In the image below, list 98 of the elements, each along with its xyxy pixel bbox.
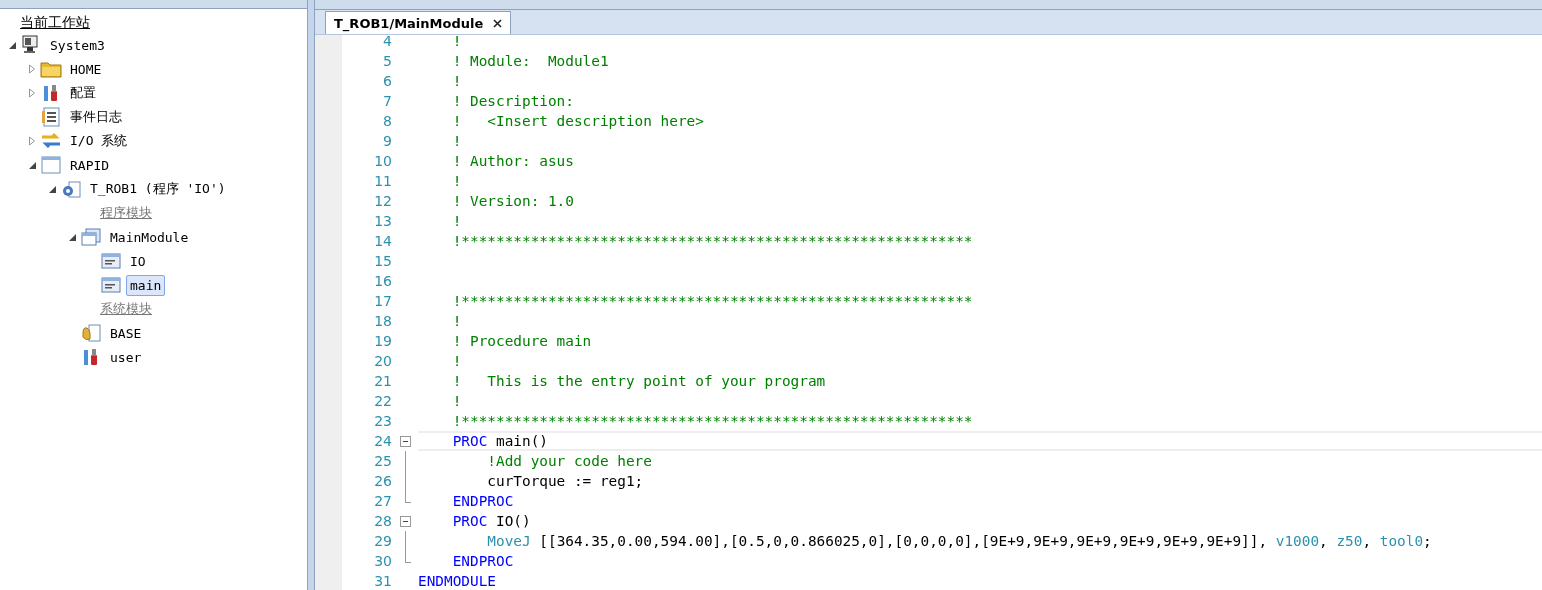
line-number: 24 bbox=[373, 433, 392, 449]
collapse-arrow-icon[interactable] bbox=[47, 184, 57, 194]
code-comment: ! Description: bbox=[451, 93, 574, 109]
code-comment: ! bbox=[451, 213, 462, 229]
code-text: ; bbox=[1423, 533, 1432, 549]
arrows-icon bbox=[40, 131, 62, 151]
code-identifier: MoveJ bbox=[486, 533, 531, 549]
line-number: 5 bbox=[382, 53, 392, 69]
code-comment: ! Procedure main bbox=[451, 333, 592, 349]
code-comment: ! bbox=[451, 73, 462, 89]
code-comment: ! bbox=[451, 393, 462, 409]
line-number: 22 bbox=[373, 393, 392, 409]
line-number: 19 bbox=[373, 333, 392, 349]
tree-item[interactable]: user bbox=[106, 346, 146, 368]
line-number: 8 bbox=[382, 113, 392, 129]
code-comment: ! bbox=[451, 35, 462, 49]
code-keyword: PROC bbox=[451, 433, 488, 449]
code-text: , bbox=[1362, 533, 1373, 549]
line-number: 20 bbox=[373, 353, 392, 369]
station-title: 当前工作站 bbox=[19, 13, 91, 32]
code-keyword: PROC bbox=[451, 513, 488, 529]
window-icon bbox=[40, 155, 62, 175]
tree-group-label: 程序模块 bbox=[100, 204, 152, 222]
code-comment: !*********************************************************** bbox=[451, 233, 973, 249]
collapse-icon[interactable] bbox=[399, 435, 411, 447]
code-comment: !*********************************************************** bbox=[451, 413, 973, 429]
expand-arrow-icon[interactable] bbox=[28, 88, 36, 98]
tree-item[interactable]: RAPID bbox=[66, 154, 114, 176]
line-number: 25 bbox=[373, 453, 392, 469]
document-icon bbox=[100, 251, 122, 271]
gear-document-icon bbox=[60, 179, 82, 199]
code-comment: ! Author: asus bbox=[451, 153, 574, 169]
tree-item[interactable]: T_ROB1 (程序 'IO') bbox=[86, 177, 230, 201]
line-number: 23 bbox=[373, 413, 392, 429]
line-number: 13 bbox=[373, 213, 392, 229]
code-identifier: v1000 bbox=[1275, 533, 1320, 549]
line-number: 4 bbox=[382, 35, 392, 49]
line-number: 16 bbox=[373, 273, 392, 289]
collapse-arrow-icon[interactable] bbox=[7, 40, 17, 50]
code-keyword: ENDMODULE bbox=[418, 573, 496, 589]
line-number: 17 bbox=[373, 293, 392, 309]
collapse-arrow-icon[interactable] bbox=[67, 232, 77, 242]
code-keyword: ENDPROC bbox=[451, 493, 514, 509]
tree-item[interactable]: IO bbox=[126, 250, 150, 272]
code-comment: ! bbox=[451, 353, 462, 369]
list-icon bbox=[40, 107, 62, 127]
code-comment: ! Version: 1.0 bbox=[451, 193, 574, 209]
line-number: 6 bbox=[382, 73, 392, 89]
line-number: 15 bbox=[373, 253, 392, 269]
line-number: 21 bbox=[373, 373, 392, 389]
code-text: , bbox=[1319, 533, 1329, 549]
line-number: 10 bbox=[373, 153, 392, 169]
line-number: 12 bbox=[373, 193, 392, 209]
tree-item[interactable]: MainModule bbox=[106, 226, 193, 248]
line-number: 27 bbox=[373, 493, 392, 509]
code-comment: !Add your code here bbox=[486, 453, 652, 469]
line-number: 26 bbox=[373, 473, 392, 489]
line-number: 18 bbox=[373, 313, 392, 329]
hand-document-icon bbox=[80, 323, 102, 343]
windows-icon bbox=[80, 227, 102, 247]
tree-item[interactable]: main bbox=[126, 274, 166, 296]
code-comment: ! bbox=[451, 313, 462, 329]
close-icon[interactable] bbox=[493, 18, 503, 28]
code-comment: ! Module: Module1 bbox=[451, 53, 609, 69]
collapse-icon[interactable] bbox=[399, 515, 411, 527]
tree-item[interactable]: HOME bbox=[66, 58, 106, 80]
code-comment: ! bbox=[451, 173, 462, 189]
code-text: curTorque := reg1; bbox=[486, 473, 644, 489]
document-icon bbox=[100, 275, 122, 295]
line-number: 29 bbox=[373, 533, 392, 549]
code-comment: ! This is the entry point of your program bbox=[451, 373, 826, 389]
code-text: IO() bbox=[494, 513, 531, 529]
tree-item[interactable]: I/O 系统 bbox=[66, 129, 132, 153]
folder-icon bbox=[40, 59, 62, 79]
code-text: main() bbox=[494, 433, 548, 449]
code-comment: !*********************************************************** bbox=[451, 293, 973, 309]
code-comment: ! bbox=[451, 133, 462, 149]
line-number: 7 bbox=[382, 93, 392, 109]
collapse-arrow-icon[interactable] bbox=[27, 160, 37, 170]
line-number: 31 bbox=[373, 573, 392, 589]
line-number: 14 bbox=[373, 233, 392, 249]
tree-item[interactable]: System3 bbox=[46, 34, 109, 56]
document-tab[interactable]: T_ROB1/MainModule bbox=[325, 11, 512, 34]
tree-item[interactable]: 事件日志 bbox=[66, 105, 126, 129]
line-number: 30 bbox=[373, 553, 392, 569]
line-number: 11 bbox=[373, 173, 392, 189]
code-comment: ! <Insert description here> bbox=[451, 113, 704, 129]
line-number: 9 bbox=[382, 133, 392, 149]
expand-arrow-icon[interactable] bbox=[28, 64, 36, 74]
tree-item[interactable]: BASE bbox=[106, 322, 146, 344]
expand-arrow-icon[interactable] bbox=[28, 136, 36, 146]
code-text: [[364.35,0.00,594.00],[0.5,0,0.866025,0],[0,0,0,0],[9E+9,9E+9,9E+9,9E+9,9E+9,9E+9]], bbox=[538, 533, 1269, 549]
tree-group-label: 系统模块 bbox=[100, 300, 152, 318]
code-keyword: ENDPROC bbox=[451, 553, 514, 569]
tree-item[interactable]: 配置 bbox=[66, 81, 100, 105]
code-identifier: tool0 bbox=[1379, 533, 1424, 549]
line-number: 28 bbox=[373, 513, 392, 529]
code-identifier: z50 bbox=[1336, 533, 1363, 549]
